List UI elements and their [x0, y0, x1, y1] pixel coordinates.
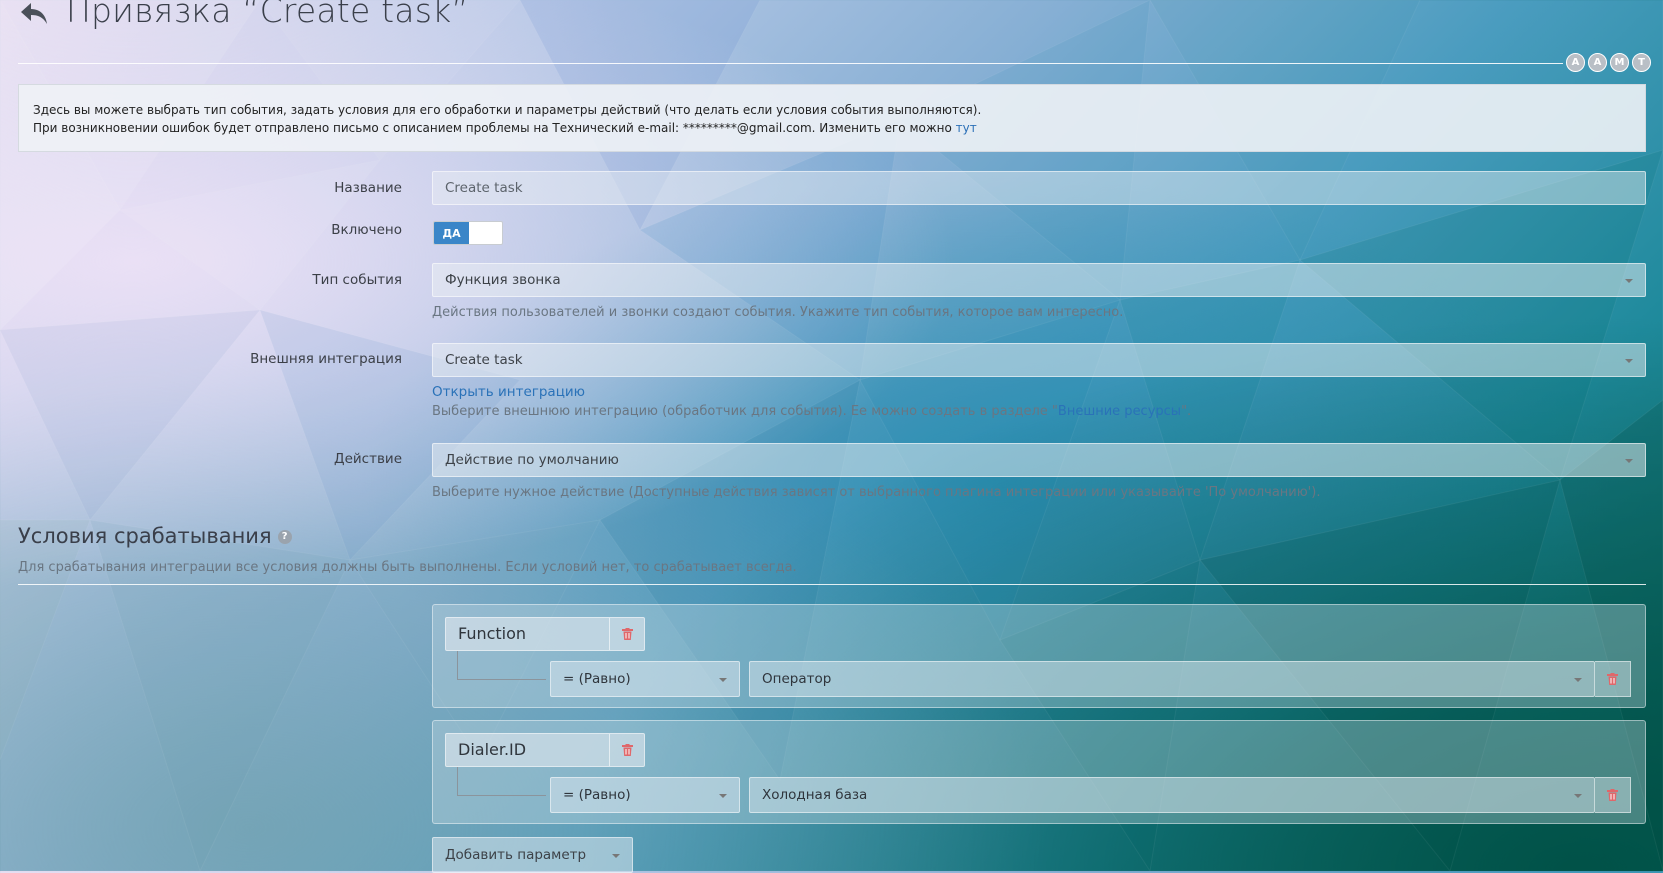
- integration-value: Create task: [445, 352, 523, 368]
- info-box: Здесь вы можете выбрать тип события, зад…: [18, 84, 1646, 152]
- chevron-down-icon: [1625, 459, 1633, 463]
- binding-edit-page: Привязка “Create task” A A M T Здесь вы …: [0, 0, 1663, 873]
- toggle-on-label: ДА: [434, 222, 469, 244]
- name-field[interactable]: Create task: [432, 171, 1646, 205]
- value-text: Холодная база: [762, 787, 868, 803]
- chevron-down-icon: [719, 678, 727, 682]
- page-title: Привязка “Create task”: [66, 0, 469, 30]
- open-integration-link[interactable]: Открыть интеграцию: [432, 384, 585, 400]
- add-parameter-button[interactable]: Добавить параметр: [432, 837, 633, 873]
- chevron-down-icon: [1574, 678, 1582, 682]
- avatar[interactable]: M: [1610, 53, 1629, 72]
- conditions-title: Условия срабатывания?: [18, 524, 292, 548]
- integration-label: Внешняя интеграция: [250, 351, 402, 367]
- tree-connector: [457, 767, 546, 796]
- user-avatars: A A M T: [1566, 53, 1651, 72]
- change-email-link[interactable]: тут: [956, 121, 977, 135]
- external-resources-link[interactable]: Внешние ресурсы: [1058, 404, 1181, 419]
- avatar[interactable]: A: [1588, 53, 1607, 72]
- condition-block: Dialer.ID = (Равно) Холодная база: [432, 720, 1646, 824]
- event-type-help: Действия пользователей и звонки создают …: [432, 305, 1124, 320]
- operator-select[interactable]: = (Равно): [550, 661, 740, 697]
- question-icon[interactable]: ?: [277, 530, 292, 544]
- integration-help: Выберите внешнюю интеграцию (обработчик …: [432, 404, 1191, 419]
- integration-help-suffix: ".: [1181, 404, 1192, 419]
- conditions-title-text: Условия срабатывания: [18, 524, 272, 548]
- info-text: При возникновении ошибок будет отправлен…: [33, 121, 952, 135]
- info-text-line1: Здесь вы можете выбрать тип события, зад…: [33, 103, 982, 117]
- action-select[interactable]: Действие по умолчанию: [432, 443, 1646, 477]
- condition-block: Function = (Равно) Оператор: [432, 604, 1646, 708]
- action-label: Действие: [334, 451, 402, 467]
- chevron-down-icon: [612, 854, 620, 858]
- trash-icon[interactable]: [609, 734, 644, 766]
- operator-value: = (Равно): [563, 671, 631, 687]
- chevron-down-icon: [1625, 359, 1633, 363]
- value-text: Оператор: [762, 671, 832, 687]
- action-help: Выберите нужное действие (Доступные дейс…: [432, 485, 1321, 500]
- page-header: Привязка “Create task”: [18, 0, 469, 30]
- tree-connector: [457, 651, 546, 680]
- action-value: Действие по умолчанию: [445, 452, 619, 468]
- enabled-toggle[interactable]: ДА: [433, 221, 503, 245]
- param-name: Function: [458, 624, 527, 643]
- operator-value: = (Равно): [563, 787, 631, 803]
- value-select[interactable]: Оператор: [749, 661, 1595, 697]
- reply-arrow-icon[interactable]: [18, 0, 50, 30]
- enabled-label: Включено: [331, 222, 402, 238]
- section-divider: [18, 584, 1646, 585]
- trash-icon[interactable]: [609, 618, 644, 650]
- condition-param[interactable]: Dialer.ID: [445, 733, 645, 767]
- add-parameter-label: Добавить параметр: [445, 847, 587, 863]
- name-field-placeholder: Create task: [445, 180, 523, 196]
- header-divider: [18, 63, 1563, 64]
- trash-icon[interactable]: [1595, 777, 1631, 813]
- chevron-down-icon: [719, 794, 727, 798]
- chevron-down-icon: [1625, 279, 1633, 283]
- event-type-label: Тип события: [312, 272, 402, 288]
- conditions-description: Для срабатывания интеграции все условия …: [18, 560, 797, 575]
- value-select[interactable]: Холодная база: [749, 777, 1595, 813]
- event-type-select[interactable]: Функция звонка: [432, 263, 1646, 297]
- chevron-down-icon: [1574, 794, 1582, 798]
- avatar[interactable]: T: [1632, 53, 1651, 72]
- name-label: Название: [334, 180, 402, 196]
- condition-param[interactable]: Function: [445, 617, 645, 651]
- event-type-value: Функция звонка: [445, 272, 561, 288]
- param-name: Dialer.ID: [458, 740, 527, 759]
- avatar[interactable]: A: [1566, 53, 1585, 72]
- trash-icon[interactable]: [1595, 661, 1631, 697]
- info-text-line2: При возникновении ошибок будет отправлен…: [33, 119, 1631, 137]
- integration-help-text: Выберите внешнюю интеграцию (обработчик …: [432, 404, 1058, 419]
- operator-select[interactable]: = (Равно): [550, 777, 740, 813]
- integration-select[interactable]: Create task: [432, 343, 1646, 377]
